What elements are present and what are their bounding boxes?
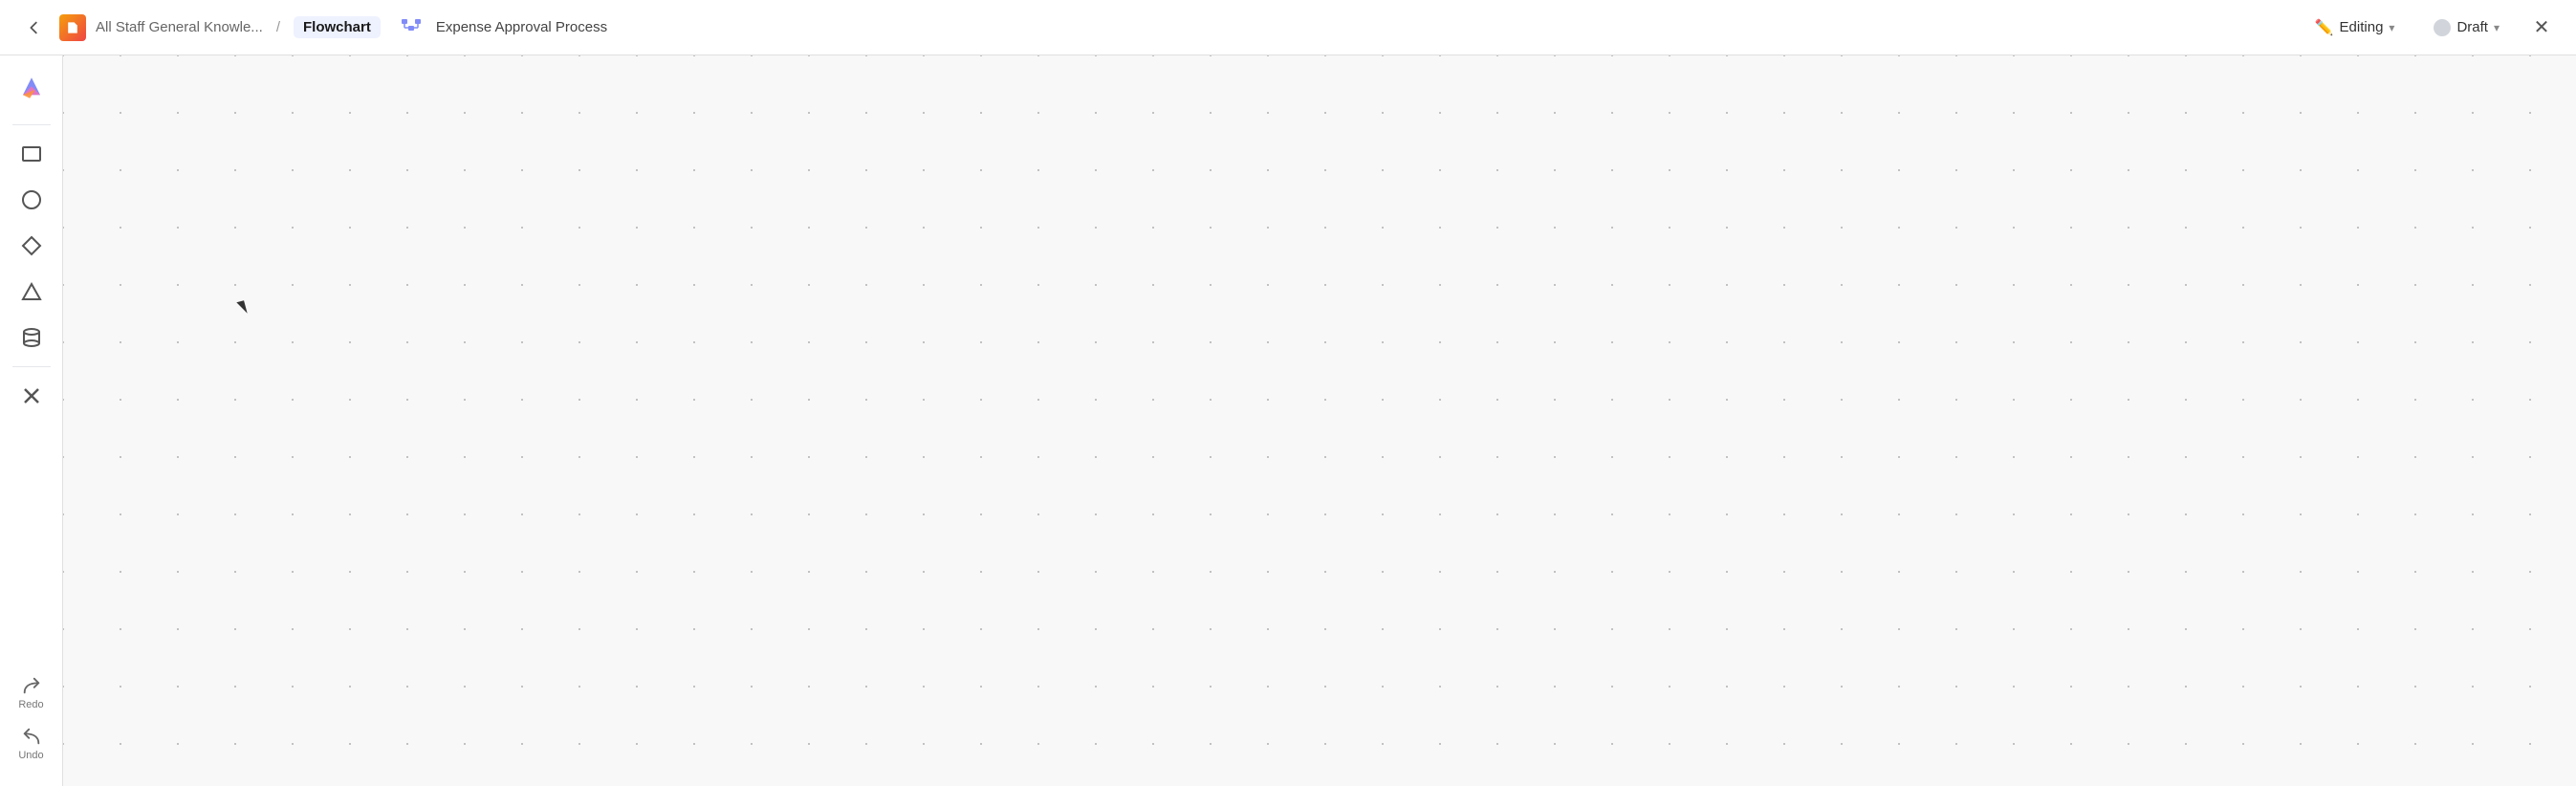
- undo-button[interactable]: Undo: [6, 720, 57, 767]
- back-button[interactable]: [19, 12, 50, 43]
- brand-logo[interactable]: [11, 67, 53, 109]
- sidebar-divider-top: [12, 124, 51, 125]
- flowchart-icon: [400, 16, 423, 39]
- cylinder-tool[interactable]: [11, 317, 53, 359]
- breadcrumb-current[interactable]: Flowchart: [294, 16, 381, 38]
- editing-button[interactable]: ✏️ Editing ▾: [2303, 12, 2408, 43]
- topbar-right: ✏️ Editing ▾ Draft ▾ ✕: [2303, 12, 2557, 43]
- sidebar-bottom-actions: Redo Undo: [6, 669, 57, 767]
- triangle-tool[interactable]: [11, 271, 53, 313]
- draft-button[interactable]: Draft ▾: [2422, 14, 2511, 41]
- document-title: Expense Approval Process: [436, 19, 607, 35]
- diamond-tool[interactable]: [11, 225, 53, 267]
- pencil-icon: ✏️: [2315, 18, 2334, 37]
- close-icon: ✕: [2534, 15, 2550, 39]
- chevron-down-icon: ▾: [2389, 21, 2394, 34]
- canvas-area[interactable]: [63, 55, 2576, 786]
- dot-grid: [63, 55, 2576, 786]
- document-icon: [59, 14, 86, 41]
- redo-label: Redo: [18, 699, 43, 710]
- breadcrumb-separator: /: [276, 19, 280, 35]
- left-sidebar: Redo Undo: [0, 55, 63, 786]
- draft-status-icon: [2434, 19, 2451, 36]
- breadcrumb: All Staff General Knowle... / Flowchart …: [19, 12, 607, 43]
- redo-button[interactable]: Redo: [6, 669, 57, 716]
- draft-label: Draft: [2456, 19, 2488, 35]
- draft-chevron-icon: ▾: [2494, 21, 2500, 34]
- circle-tool[interactable]: [11, 179, 53, 221]
- topbar: All Staff General Knowle... / Flowchart …: [0, 0, 2576, 55]
- undo-label: Undo: [18, 750, 43, 761]
- rectangle-tool[interactable]: [11, 133, 53, 175]
- editing-label: Editing: [2340, 19, 2384, 35]
- close-button[interactable]: ✕: [2526, 12, 2557, 43]
- sidebar-divider-mid: [12, 366, 51, 367]
- breadcrumb-parent[interactable]: All Staff General Knowle...: [96, 19, 263, 35]
- delete-tool[interactable]: [11, 375, 53, 417]
